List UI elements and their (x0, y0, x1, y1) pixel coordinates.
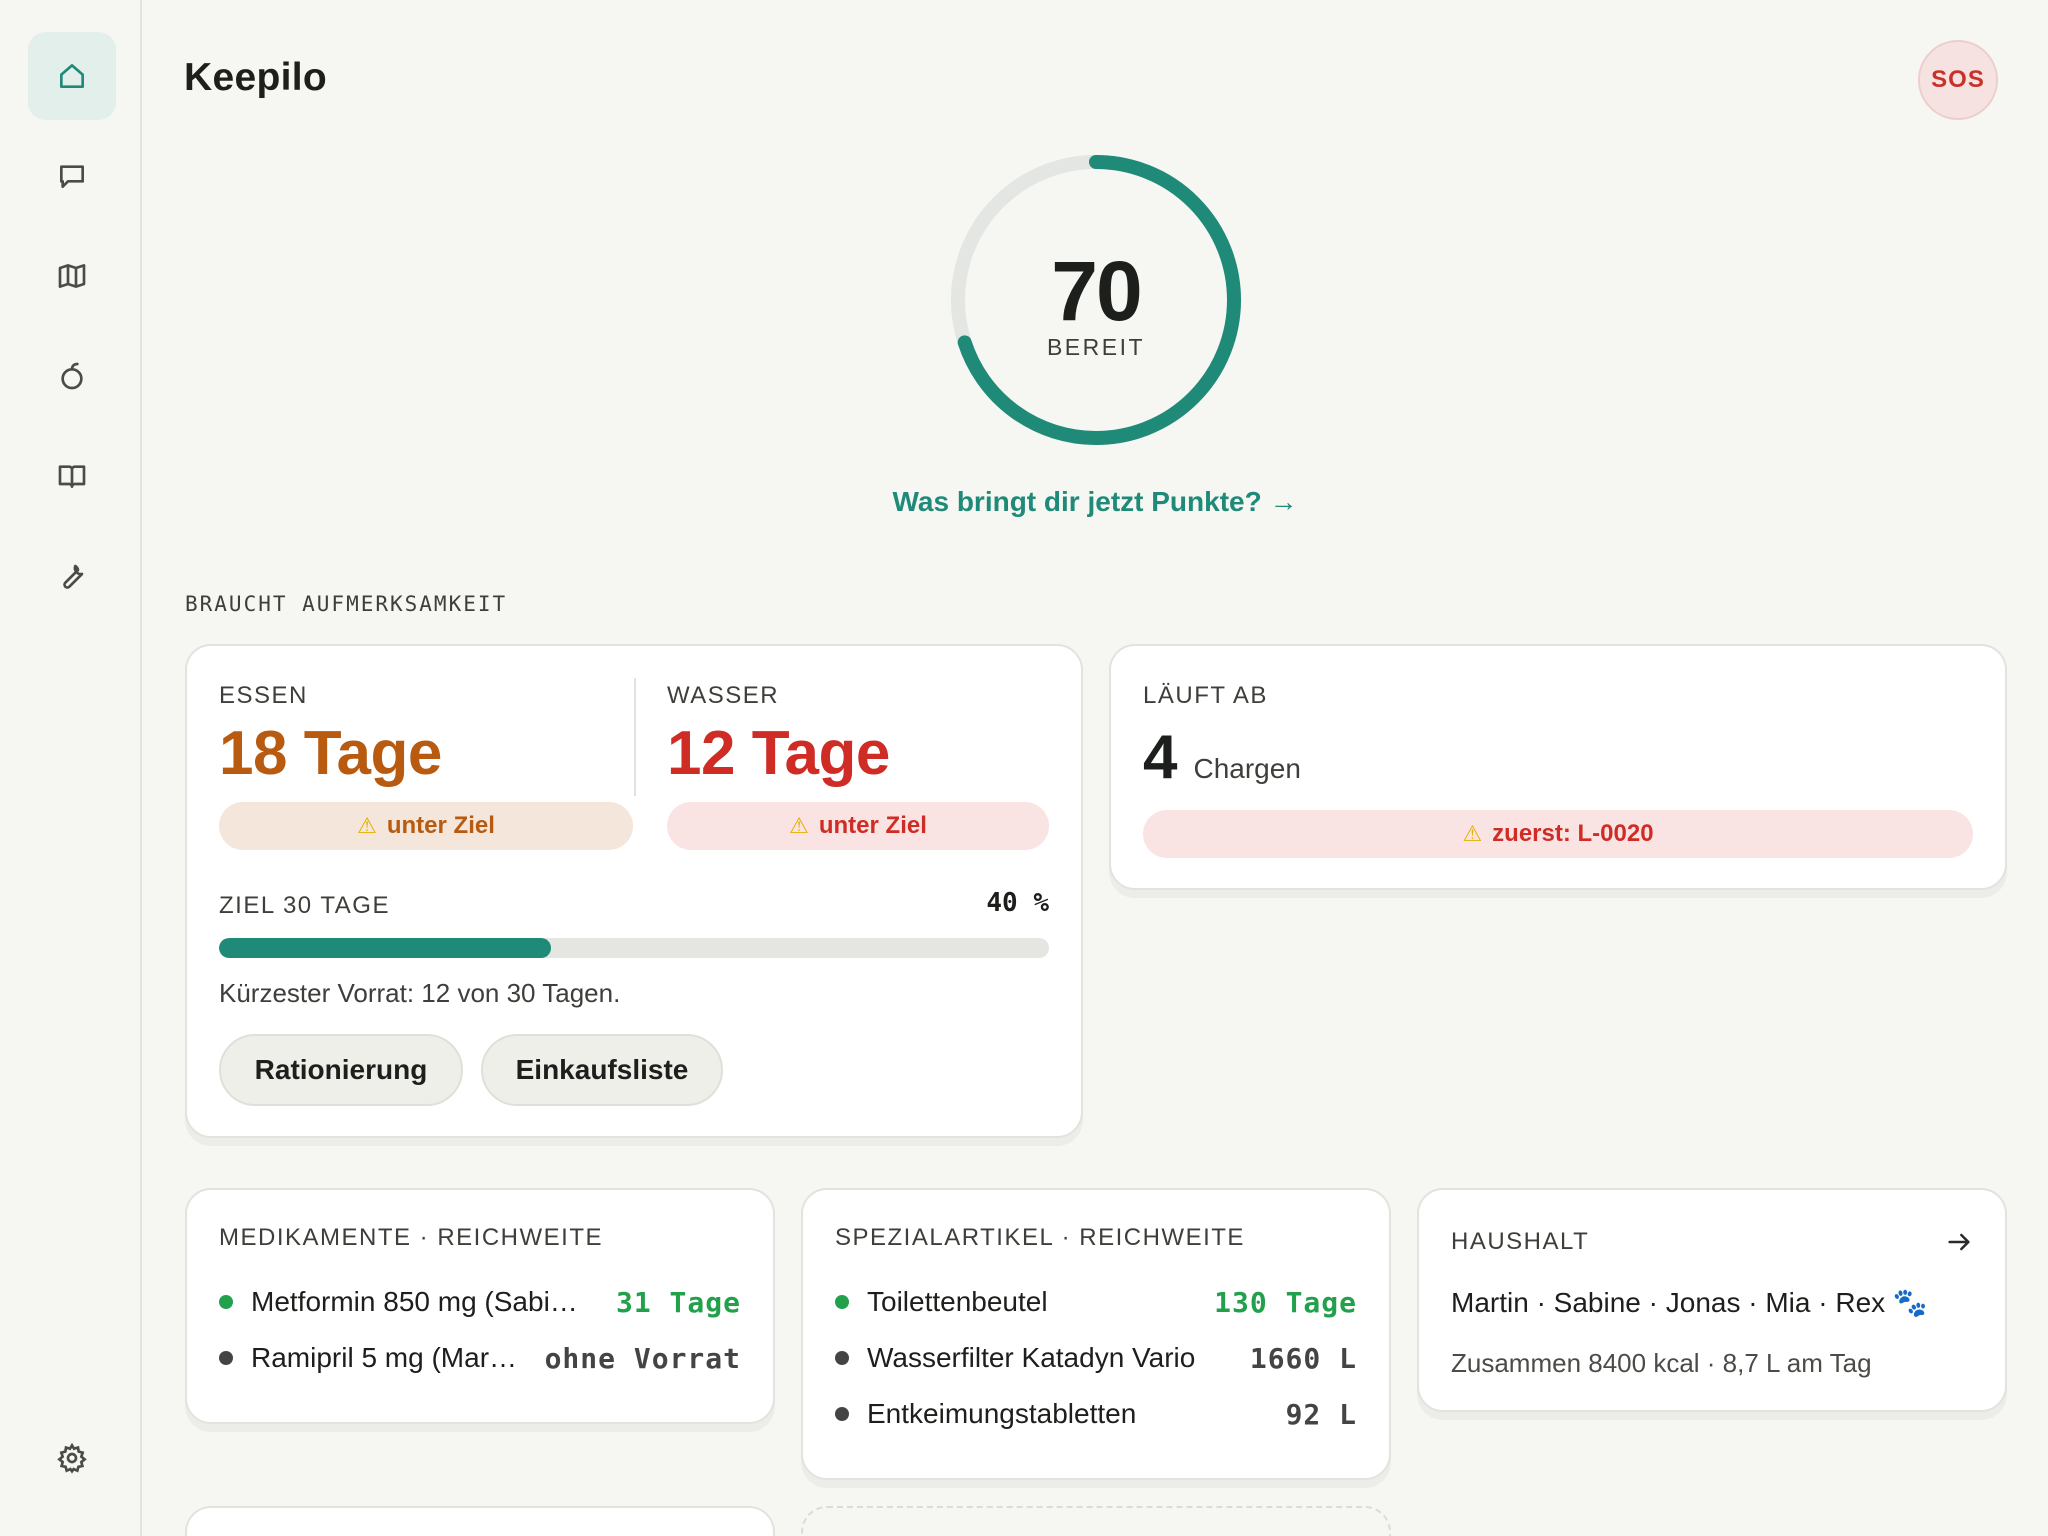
food-status-label: unter Ziel (386, 812, 495, 839)
item-value: 92 L (1285, 1397, 1357, 1431)
food-days: 18 Tage (219, 719, 442, 788)
status-dot (835, 1407, 849, 1421)
settings-button[interactable] (28, 1414, 116, 1502)
expiry-count: 4 (1143, 723, 1178, 792)
water-days: 12 Tage (667, 719, 890, 788)
supply-card: ESSEN 18 Tage ⚠ unter Ziel WASSER 12 Tag… (185, 644, 1083, 1138)
next-card[interactable] (185, 1506, 775, 1536)
chat-icon (60, 165, 84, 188)
meds-card[interactable]: MEDIKAMENTE · REICHWEITE Metformin 850 m… (185, 1188, 775, 1424)
expiry-unit: Chargen (1193, 753, 1301, 784)
sidebar-item-map[interactable] (28, 232, 116, 320)
shopping-list-button[interactable]: Einkaufsliste (481, 1034, 723, 1106)
goal-percent: 40 % (986, 888, 1049, 918)
warning-icon: ⚠ (789, 813, 809, 838)
sidebar-item-tools[interactable] (28, 532, 116, 620)
supply-note: Kürzester Vorrat: 12 von 30 Tagen. (219, 978, 621, 1008)
food-status-pill: ⚠ unter Ziel (219, 802, 633, 850)
sidebar-item-home[interactable] (28, 32, 116, 120)
placeholder-card[interactable] (801, 1506, 1391, 1536)
sidebar (0, 0, 142, 1536)
points-link[interactable]: Was bringt dir jetzt Punkte? → (0, 486, 2048, 518)
list-item: Metformin 850 mg (Sabi… 31 Tage (219, 1282, 741, 1322)
item-name: Wasserfilter Katadyn Vario (867, 1342, 1196, 1373)
status-dot (219, 1351, 233, 1365)
warning-icon: ⚠ (357, 813, 377, 838)
score-label: BEREIT (1046, 334, 1146, 360)
special-caption: SPEZIALARTIKEL · REICHWEITE (835, 1224, 1245, 1251)
readiness-score: 70 BEREIT (946, 150, 1246, 450)
points-link-label: Was bringt dir jetzt Punkte? → (892, 486, 1298, 517)
divider (634, 678, 636, 796)
household-summary: Zusammen 8400 kcal · 8,7 L am Tag (1451, 1348, 1872, 1378)
household-members: Martin · Sabine · Jonas · Mia · Rex 🐾 (1451, 1287, 1928, 1318)
section-title: BRAUCHT AUFMERKSAMKEIT (185, 592, 508, 616)
gear-icon (57, 1442, 87, 1474)
water-status-pill: ⚠ unter Ziel (667, 802, 1049, 850)
goal-progress-fill (219, 938, 551, 958)
item-name: Ramipril 5 mg (Mar… (251, 1342, 518, 1373)
item-name: Entkeimungstabletten (867, 1398, 1137, 1429)
sidebar-item-chat[interactable] (28, 132, 116, 220)
food-caption: ESSEN (219, 682, 308, 709)
goal-label: ZIEL 30 TAGE (219, 892, 390, 919)
household-caption: HAUSHALT (1451, 1228, 1590, 1255)
map-icon (58, 264, 86, 288)
special-items-card[interactable]: SPEZIALARTIKEL · REICHWEITE Toilettenbeu… (801, 1188, 1391, 1480)
score-value: 70 (1051, 244, 1142, 338)
item-value: 31 Tage (615, 1285, 741, 1319)
expiry-count-row: 4 Chargen (1143, 722, 1301, 793)
status-dot (835, 1351, 849, 1365)
list-item: Entkeimungstabletten 92 L (835, 1394, 1357, 1434)
expiry-status-pill: ⚠ zuerst: L-0020 (1143, 810, 1973, 858)
goal-progress-bar (219, 938, 1049, 958)
meds-caption: MEDIKAMENTE · REICHWEITE (219, 1224, 604, 1251)
list-item: Wasserfilter Katadyn Vario 1660 L (835, 1338, 1357, 1378)
status-dot (219, 1295, 233, 1309)
warning-icon: ⚠ (1462, 821, 1483, 846)
expiry-status-label: zuerst: L-0020 (1492, 820, 1654, 847)
sos-button[interactable]: SOS (1918, 40, 1998, 120)
app-title: Keepilo (184, 56, 327, 99)
apple-icon (61, 362, 83, 390)
expiry-caption: LÄUFT AB (1143, 682, 1268, 709)
arrow-right-icon[interactable] (1945, 1228, 1973, 1256)
status-dot (835, 1295, 849, 1309)
item-name: Toilettenbeutel (867, 1286, 1048, 1317)
item-value: ohne Vorrat (544, 1341, 741, 1375)
list-item: Ramipril 5 mg (Mar… ohne Vorrat (219, 1338, 741, 1378)
household-card[interactable]: HAUSHALT Martin · Sabine · Jonas · Mia ·… (1417, 1188, 2007, 1412)
rationing-button[interactable]: Rationierung (219, 1034, 463, 1106)
item-name: Metformin 850 mg (Sabi… (251, 1286, 578, 1317)
item-value: 130 Tage (1214, 1285, 1357, 1319)
sidebar-item-food[interactable] (28, 332, 116, 420)
home-icon (60, 63, 84, 88)
water-status-label: unter Ziel (818, 812, 927, 839)
expiry-card[interactable]: LÄUFT AB 4 Chargen ⚠ zuerst: L-0020 (1109, 644, 2007, 890)
wrench-icon (63, 564, 84, 589)
water-caption: WASSER (667, 682, 780, 709)
item-value: 1660 L (1249, 1341, 1357, 1375)
list-item: Toilettenbeutel 130 Tage (835, 1282, 1357, 1322)
